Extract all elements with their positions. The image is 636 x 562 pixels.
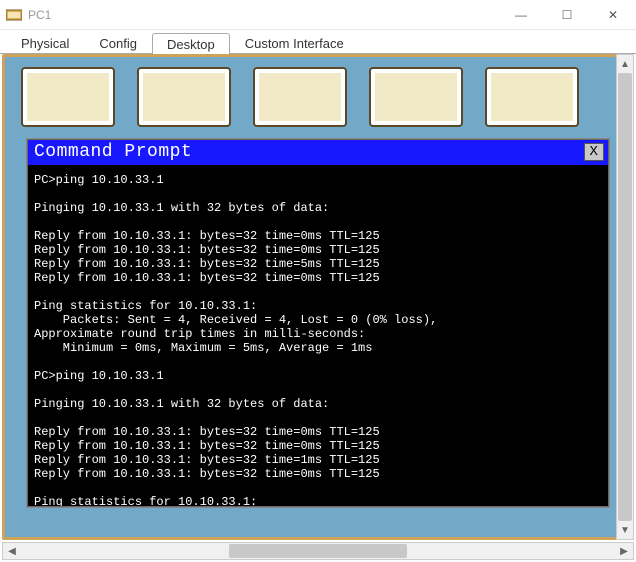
desktop-area: Command Prompt X PC>ping 10.10.33.1 Ping… — [2, 54, 634, 540]
vertical-scrollbar[interactable]: ▲ ▼ — [616, 54, 634, 540]
window-titlebar: PC1 — ☐ ✕ — [0, 0, 636, 30]
scroll-right-icon[interactable]: ▶ — [615, 543, 633, 559]
minimize-button[interactable]: — — [498, 0, 544, 30]
tab-desktop[interactable]: Desktop — [152, 33, 230, 54]
scroll-thumb[interactable] — [229, 544, 407, 558]
desktop-app-icon[interactable] — [369, 67, 463, 127]
desktop-app-icon[interactable] — [21, 67, 115, 127]
terminal-output[interactable]: PC>ping 10.10.33.1 Pinging 10.10.33.1 wi… — [28, 165, 608, 506]
desktop-app-icon[interactable] — [485, 67, 579, 127]
command-prompt-close-button[interactable]: X — [584, 143, 604, 161]
horizontal-scrollbar[interactable]: ◀ ▶ — [2, 542, 634, 560]
scroll-thumb[interactable] — [618, 73, 632, 521]
window-title: PC1 — [28, 8, 498, 22]
desktop-app-icon[interactable] — [137, 67, 231, 127]
maximize-button[interactable]: ☐ — [544, 0, 590, 30]
scroll-track[interactable] — [617, 73, 633, 521]
tab-physical[interactable]: Physical — [6, 32, 84, 53]
scroll-left-icon[interactable]: ◀ — [3, 543, 21, 559]
command-prompt-title: Command Prompt — [34, 142, 584, 162]
desktop-app-row — [5, 57, 631, 137]
tab-custom-interface[interactable]: Custom Interface — [230, 32, 359, 53]
command-prompt-window: Command Prompt X PC>ping 10.10.33.1 Ping… — [27, 139, 609, 507]
scroll-up-icon[interactable]: ▲ — [617, 55, 633, 73]
desktop-app-icon[interactable] — [253, 67, 347, 127]
close-button[interactable]: ✕ — [590, 0, 636, 30]
command-prompt-titlebar[interactable]: Command Prompt X — [28, 140, 608, 165]
tab-bar: Physical Config Desktop Custom Interface — [0, 30, 636, 54]
scroll-down-icon[interactable]: ▼ — [617, 521, 633, 539]
scroll-track[interactable] — [21, 543, 615, 559]
tab-config[interactable]: Config — [84, 32, 152, 53]
app-icon — [6, 8, 22, 22]
